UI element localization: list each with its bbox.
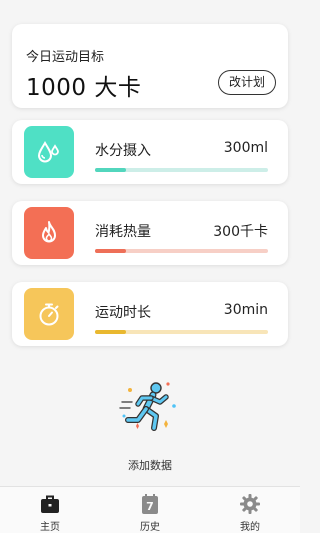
metric-value-calories: 300千卡 (213, 224, 268, 240)
stopwatch-icon (39, 303, 59, 326)
bottom-tab-bar: 主页 7 历史 我的 (0, 486, 300, 533)
goal-label: 今日运动目标 (26, 50, 105, 65)
water-drop-icon (37, 141, 59, 163)
flame-icon-box (24, 207, 74, 259)
water-progress-fill (95, 168, 127, 172)
tab-label-home: 主页 (40, 522, 60, 533)
calories-progress-track (95, 249, 268, 253)
flame-icon (42, 221, 56, 243)
goal-value: 1000 大卡 (26, 75, 142, 101)
change-plan-button[interactable]: 改计划 (217, 70, 276, 95)
metric-title-duration: 运动时长 (95, 305, 151, 321)
duration-progress-track (95, 330, 268, 334)
metric-title-water: 水分摄入 (95, 143, 151, 159)
water-icon-box (24, 126, 74, 178)
svg-text:7: 7 (146, 500, 154, 513)
tab-label-profile: 我的 (240, 522, 260, 533)
calendar-icon: 7 (142, 494, 158, 514)
add-data-label: 添加数据 (128, 459, 172, 472)
exercise-duration-card[interactable]: 运动时长 30min (12, 282, 288, 346)
home-briefcase-icon (41, 495, 59, 513)
running-person-icon (119, 382, 176, 431)
water-progress-track (95, 168, 268, 172)
water-intake-card[interactable]: 水分摄入 300ml (12, 120, 288, 184)
stopwatch-icon-box (24, 288, 74, 340)
tab-profile[interactable]: 我的 (200, 487, 300, 533)
metric-title-calories: 消耗热量 (95, 224, 151, 240)
tab-home[interactable]: 主页 (0, 487, 100, 533)
metric-value-duration: 30min (223, 302, 268, 318)
tab-label-history: 历史 (140, 522, 160, 533)
calories-progress-fill (95, 249, 127, 253)
duration-progress-fill (95, 330, 127, 334)
add-data-button[interactable]: 添加数据 (0, 376, 300, 476)
metric-value-water: 300ml (223, 140, 268, 156)
tab-history[interactable]: 7 历史 (100, 487, 200, 533)
calories-burned-card[interactable]: 消耗热量 300千卡 (12, 201, 288, 265)
gear-icon (240, 494, 260, 514)
daily-goal-card: 今日运动目标 1000 大卡 改计划 (12, 24, 288, 108)
